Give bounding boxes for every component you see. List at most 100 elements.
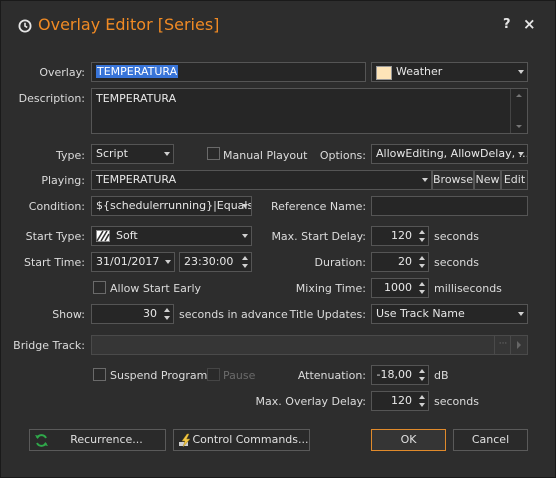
close-button[interactable]: × — [523, 15, 536, 33]
overlay-name-input[interactable]: TEMPERATURA — [91, 62, 366, 82]
duration-value: 20 — [398, 255, 412, 268]
start-time-stepper[interactable]: 23:30:00 — [179, 252, 252, 272]
suspend-program-label: Suspend Program — [110, 369, 208, 382]
overlay-editor-window: Overlay Editor [Series] ? × Overlay: TEM… — [0, 0, 556, 478]
playing-label: Playing: — [41, 174, 85, 187]
category-dropdown[interactable]: Weather — [371, 62, 528, 82]
manual-playout-label: Manual Playout — [223, 149, 308, 162]
allow-start-early-checkbox[interactable] — [93, 281, 106, 294]
cancel-button[interactable]: Cancel — [453, 429, 528, 451]
scroll-up-icon[interactable] — [516, 94, 522, 97]
max-start-delay-unit: seconds — [434, 230, 479, 243]
condition-label: Condition: — [28, 200, 85, 213]
type-label: Type: — [56, 149, 85, 162]
mixing-time-stepper[interactable]: 1000 — [371, 278, 429, 298]
spin-down-icon[interactable] — [419, 377, 425, 381]
spin-down-icon[interactable] — [419, 238, 425, 242]
start-time-label: Start Time: — [24, 256, 85, 269]
type-value: Script — [96, 147, 128, 160]
spin-up-icon[interactable] — [419, 230, 425, 234]
spin-down-icon[interactable] — [242, 264, 248, 268]
show-label: Show: — [52, 308, 85, 321]
start-type-dropdown[interactable]: Soft — [91, 226, 252, 246]
max-overlay-delay-label: Max. Overlay Delay: — [255, 395, 366, 408]
chevron-down-icon — [165, 260, 171, 264]
spin-up-icon[interactable] — [419, 369, 425, 373]
chevron-down-icon — [518, 152, 524, 156]
description-scrollbar[interactable] — [510, 89, 527, 133]
max-overlay-delay-value: 120 — [391, 394, 412, 407]
duration-label: Duration: — [314, 256, 366, 269]
options-dropdown[interactable]: AllowEditing, AllowDelay, ... — [371, 144, 528, 164]
duration-stepper[interactable]: 20 — [371, 252, 429, 272]
spin-down-icon[interactable] — [419, 264, 425, 268]
ok-button[interactable]: OK — [371, 429, 446, 451]
condition-dropdown[interactable]: ${schedulerrunning}|Equals|1 — [91, 196, 252, 216]
recurrence-button[interactable]: Recurrence... — [29, 429, 166, 451]
help-button[interactable]: ? — [503, 17, 511, 32]
manual-playout-checkbox[interactable] — [207, 147, 220, 160]
scroll-down-icon[interactable] — [516, 125, 522, 128]
spin-up-icon[interactable] — [419, 256, 425, 260]
options-label: Options: — [319, 149, 366, 162]
show-unit: seconds in advance — [179, 308, 288, 321]
chevron-down-icon — [518, 70, 524, 74]
suspend-program-checkbox[interactable] — [93, 368, 106, 381]
max-start-delay-label: Max. Start Delay: — [271, 230, 366, 243]
condition-value: ${schedulerrunning}|Equals|1 — [96, 199, 252, 212]
description-label: Description: — [18, 92, 85, 105]
pause-checkbox[interactable] — [207, 368, 220, 381]
start-date-picker[interactable]: 31/01/2017 — [91, 252, 175, 272]
reference-name-label: Reference Name: — [271, 200, 367, 213]
refresh-icon — [35, 434, 48, 447]
browse-button[interactable]: Browse — [432, 170, 474, 190]
overlay-label: Overlay: — [39, 66, 85, 79]
mixing-time-unit: milliseconds — [434, 282, 502, 295]
overlay-name-text: TEMPERATURA — [96, 65, 179, 78]
lightning-icon — [179, 433, 191, 448]
mixing-time-label: Mixing Time: — [295, 282, 366, 295]
playing-value: TEMPERATURA — [96, 173, 177, 186]
description-text: TEMPERATURA — [96, 92, 177, 105]
category-value: Weather — [396, 65, 443, 78]
description-textarea[interactable]: TEMPERATURA — [91, 88, 528, 134]
spin-down-icon[interactable] — [164, 316, 170, 320]
chevron-down-icon — [518, 312, 524, 316]
control-commands-label: Control Commands... — [192, 433, 309, 446]
attenuation-unit: dB — [434, 369, 449, 382]
spin-up-icon[interactable] — [419, 395, 425, 399]
spin-down-icon[interactable] — [419, 403, 425, 407]
max-start-delay-value: 120 — [391, 229, 412, 242]
type-dropdown[interactable]: Script — [91, 144, 174, 164]
spin-up-icon[interactable] — [419, 282, 425, 286]
start-time-value: 23:30:00 — [184, 255, 234, 268]
attenuation-value: -18,00 — [376, 368, 412, 381]
max-start-delay-stepper[interactable]: 120 — [371, 226, 429, 246]
bridge-track-play-button[interactable] — [510, 336, 527, 354]
chevron-down-icon — [242, 204, 248, 208]
playing-dropdown[interactable]: TEMPERATURA — [91, 170, 432, 190]
start-date-value: 31/01/2017 — [96, 255, 160, 268]
reference-name-input[interactable] — [371, 196, 528, 216]
show-value: 30 — [143, 307, 157, 320]
title-updates-dropdown[interactable]: Use Track Name — [371, 304, 528, 324]
attenuation-stepper[interactable]: -18,00 — [371, 365, 429, 385]
show-stepper[interactable]: 30 — [91, 304, 174, 324]
max-overlay-delay-unit: seconds — [434, 395, 479, 408]
duration-unit: seconds — [434, 256, 479, 269]
spin-up-icon[interactable] — [242, 256, 248, 260]
control-commands-button[interactable]: Control Commands... — [173, 429, 310, 451]
chevron-down-icon — [164, 152, 170, 156]
options-value: AllowEditing, AllowDelay, ... — [376, 147, 528, 160]
clock-icon — [18, 19, 32, 33]
bridge-track-browse-button[interactable]: ··· — [494, 336, 511, 354]
spin-up-icon[interactable] — [164, 308, 170, 312]
title-updates-value: Use Track Name — [376, 307, 465, 320]
soft-start-icon — [96, 230, 110, 242]
max-overlay-delay-stepper[interactable]: 120 — [371, 391, 429, 411]
new-button[interactable]: New — [474, 170, 501, 190]
edit-button[interactable]: Edit — [501, 170, 528, 190]
bridge-track-input[interactable]: ··· — [91, 335, 528, 355]
mixing-time-value: 1000 — [384, 281, 412, 294]
spin-down-icon[interactable] — [419, 290, 425, 294]
